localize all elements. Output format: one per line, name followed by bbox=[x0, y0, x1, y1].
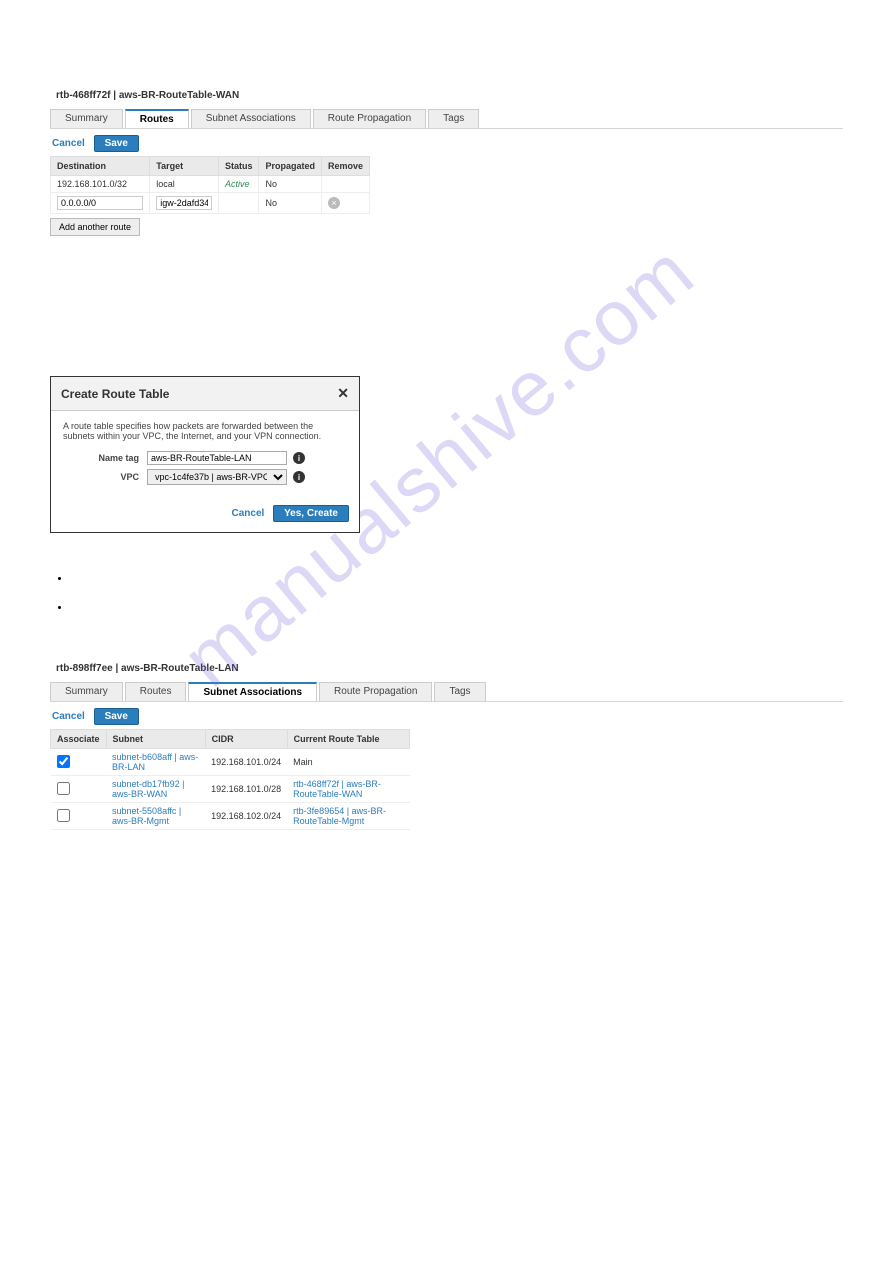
cell-target: local bbox=[150, 176, 219, 193]
tabs-wan: Summary Routes Subnet Associations Route… bbox=[50, 109, 843, 129]
actions-row: Cancel Save bbox=[52, 708, 843, 725]
cancel-link[interactable]: Cancel bbox=[52, 711, 85, 722]
panel-title: rtb-898ff7ee | aws-BR-RouteTable-LAN bbox=[56, 663, 843, 674]
tab-tags[interactable]: Tags bbox=[428, 109, 479, 128]
target-input[interactable] bbox=[156, 196, 212, 210]
current-route-table-link[interactable]: rtb-468ff72f | aws-BR-RouteTable-WAN bbox=[287, 776, 409, 803]
cancel-link[interactable]: Cancel bbox=[52, 138, 85, 149]
dialog-header: Create Route Table ✕ bbox=[51, 377, 359, 411]
cell-destination: 192.168.101.0/32 bbox=[51, 176, 150, 193]
name-tag-label: Name tag bbox=[63, 453, 147, 463]
cell-cidr: 192.168.102.0/24 bbox=[205, 803, 287, 830]
col-target: Target bbox=[150, 157, 219, 176]
dialog-cancel-link[interactable]: Cancel bbox=[231, 508, 264, 519]
cell-propagated: No bbox=[259, 176, 322, 193]
bullet-list bbox=[56, 573, 843, 613]
actions-row: Cancel Save bbox=[52, 135, 843, 152]
col-remove: Remove bbox=[321, 157, 369, 176]
destination-input[interactable] bbox=[57, 196, 143, 210]
tab-routes[interactable]: Routes bbox=[125, 109, 189, 128]
associate-checkbox[interactable] bbox=[57, 782, 70, 795]
subnet-link[interactable]: subnet-db17fb92 | aws-BR-WAN bbox=[106, 776, 205, 803]
add-another-route-button[interactable]: Add another route bbox=[50, 218, 140, 236]
subnet-associations-table: Associate Subnet CIDR Current Route Tabl… bbox=[50, 729, 410, 830]
col-current-route-table: Current Route Table bbox=[287, 730, 409, 749]
table-row: subnet-5508affc | aws-BR-Mgmt 192.168.10… bbox=[51, 803, 410, 830]
tab-subnet-associations[interactable]: Subnet Associations bbox=[188, 682, 317, 701]
dialog-description: A route table specifies how packets are … bbox=[63, 421, 347, 441]
cell-cidr: 192.168.101.0/28 bbox=[205, 776, 287, 803]
name-tag-input[interactable] bbox=[147, 451, 287, 465]
list-item bbox=[70, 573, 843, 584]
vpc-label: VPC bbox=[63, 472, 147, 482]
cell-remove bbox=[321, 176, 369, 193]
cell-propagated: No bbox=[259, 193, 322, 214]
routes-table: Destination Target Status Propagated Rem… bbox=[50, 156, 370, 214]
col-associate: Associate bbox=[51, 730, 107, 749]
cell-status bbox=[218, 193, 259, 214]
col-cidr: CIDR bbox=[205, 730, 287, 749]
tab-routes[interactable]: Routes bbox=[125, 682, 187, 701]
route-table-lan-panel: rtb-898ff7ee | aws-BR-RouteTable-LAN Sum… bbox=[50, 663, 843, 830]
yes-create-button[interactable]: Yes, Create bbox=[273, 505, 349, 522]
subnet-link[interactable]: subnet-b608aff | aws-BR-LAN bbox=[106, 749, 205, 776]
create-route-table-dialog: Create Route Table ✕ A route table speci… bbox=[50, 376, 360, 533]
panel-title: rtb-468ff72f | aws-BR-RouteTable-WAN bbox=[56, 90, 843, 101]
col-subnet: Subnet bbox=[106, 730, 205, 749]
associate-checkbox[interactable] bbox=[57, 755, 70, 768]
col-propagated: Propagated bbox=[259, 157, 322, 176]
associate-checkbox[interactable] bbox=[57, 809, 70, 822]
dialog-title: Create Route Table bbox=[61, 387, 169, 401]
remove-route-icon[interactable]: × bbox=[328, 197, 340, 209]
table-row: subnet-b608aff | aws-BR-LAN 192.168.101.… bbox=[51, 749, 410, 776]
tab-subnet-associations[interactable]: Subnet Associations bbox=[191, 109, 311, 128]
tab-route-propagation[interactable]: Route Propagation bbox=[313, 109, 426, 128]
route-row-edit: No × bbox=[51, 193, 370, 214]
list-item bbox=[70, 602, 843, 613]
current-route-table-link[interactable]: rtb-3fe89654 | aws-BR-RouteTable-Mgmt bbox=[287, 803, 409, 830]
subnet-link[interactable]: subnet-5508affc | aws-BR-Mgmt bbox=[106, 803, 205, 830]
cell-cidr: 192.168.101.0/24 bbox=[205, 749, 287, 776]
save-button[interactable]: Save bbox=[94, 708, 139, 725]
table-row: subnet-db17fb92 | aws-BR-WAN 192.168.101… bbox=[51, 776, 410, 803]
col-destination: Destination bbox=[51, 157, 150, 176]
close-icon[interactable]: ✕ bbox=[337, 385, 349, 402]
col-status: Status bbox=[218, 157, 259, 176]
tab-summary[interactable]: Summary bbox=[50, 109, 123, 128]
tab-summary[interactable]: Summary bbox=[50, 682, 123, 701]
cell-status: Active bbox=[218, 176, 259, 193]
save-button[interactable]: Save bbox=[94, 135, 139, 152]
route-table-wan-panel: rtb-468ff72f | aws-BR-RouteTable-WAN Sum… bbox=[50, 90, 843, 236]
info-icon[interactable]: i bbox=[293, 452, 305, 464]
vpc-select[interactable]: vpc-1c4fe37b | aws-BR-VPC bbox=[147, 469, 287, 485]
tab-route-propagation[interactable]: Route Propagation bbox=[319, 682, 432, 701]
cell-current: Main bbox=[287, 749, 409, 776]
info-icon[interactable]: i bbox=[293, 471, 305, 483]
tabs-lan: Summary Routes Subnet Associations Route… bbox=[50, 682, 843, 702]
tab-tags[interactable]: Tags bbox=[434, 682, 485, 701]
route-row: 192.168.101.0/32 local Active No bbox=[51, 176, 370, 193]
